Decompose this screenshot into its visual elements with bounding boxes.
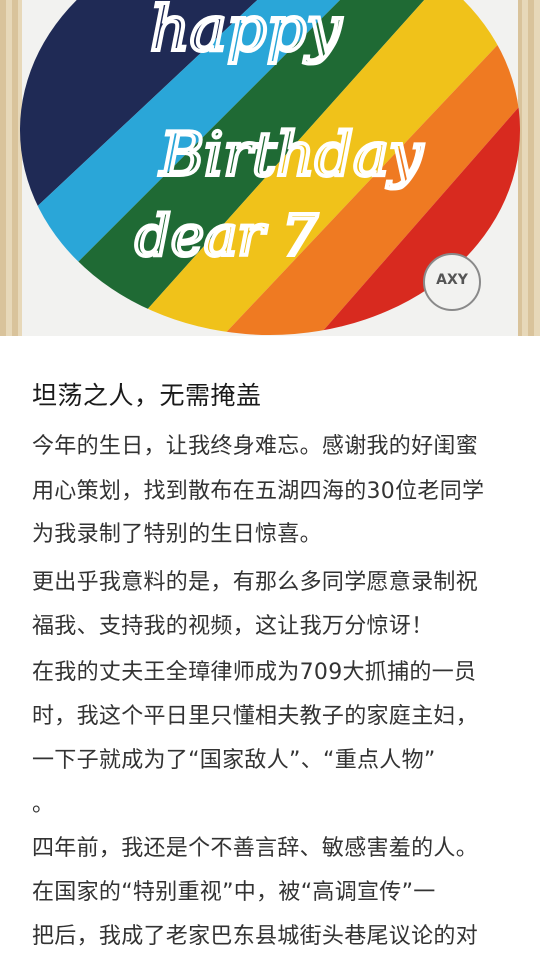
bakery-logo: AXY bbox=[423, 253, 481, 311]
paragraph-line: 把后，我成了老家巴东县城街头巷尾议论的对 bbox=[32, 924, 479, 949]
paragraph-line: 一下子就成为了“国家敌人”、“重点人物” bbox=[32, 748, 436, 773]
article-body: 坦荡之人，无需掩盖 今年的生日，让我终身难忘。感谢我的好闺蜜 用心策划，找到散布… bbox=[0, 336, 540, 960]
bakery-logo-text: AXY bbox=[436, 272, 469, 288]
cake-photo: happy Birthday dear 7 AXY bbox=[0, 0, 540, 336]
paragraph-line: 。 bbox=[32, 792, 55, 817]
cake-illustration: happy Birthday dear 7 AXY bbox=[0, 0, 540, 336]
paragraph-line: 用心策划，找到散布在五湖四海的30位老同学 bbox=[32, 479, 485, 504]
article-title: 坦荡之人，无需掩盖 bbox=[32, 381, 262, 410]
paragraph-line: 在我的丈夫王全璋律师成为709大抓捕的一员 bbox=[32, 660, 477, 685]
cake-text-dear: dear 7 bbox=[135, 204, 318, 269]
paragraph-line: 更出乎我意料的是，有那么多同学愿意录制祝 bbox=[32, 570, 479, 595]
cake-text-birthday: Birthday bbox=[159, 120, 424, 190]
cake-text-happy: happy bbox=[150, 0, 342, 65]
paragraph-line: 今年的生日，让我终身难忘。感谢我的好闺蜜 bbox=[32, 434, 479, 459]
paragraph-line: 时，我这个平日里只懂相夫教子的家庭主妇， bbox=[32, 704, 479, 729]
paragraph-line: 为我录制了特别的生日惊喜。 bbox=[32, 522, 322, 547]
paragraph-line: 福我、支持我的视频，这让我万分惊讶！ bbox=[32, 614, 434, 639]
paragraph-line: 四年前，我还是个不善言辞、敏感害羞的人。 bbox=[32, 836, 479, 861]
paragraph-line: 在国家的“特别重视”中，被“高调宣传”一 bbox=[32, 880, 436, 905]
